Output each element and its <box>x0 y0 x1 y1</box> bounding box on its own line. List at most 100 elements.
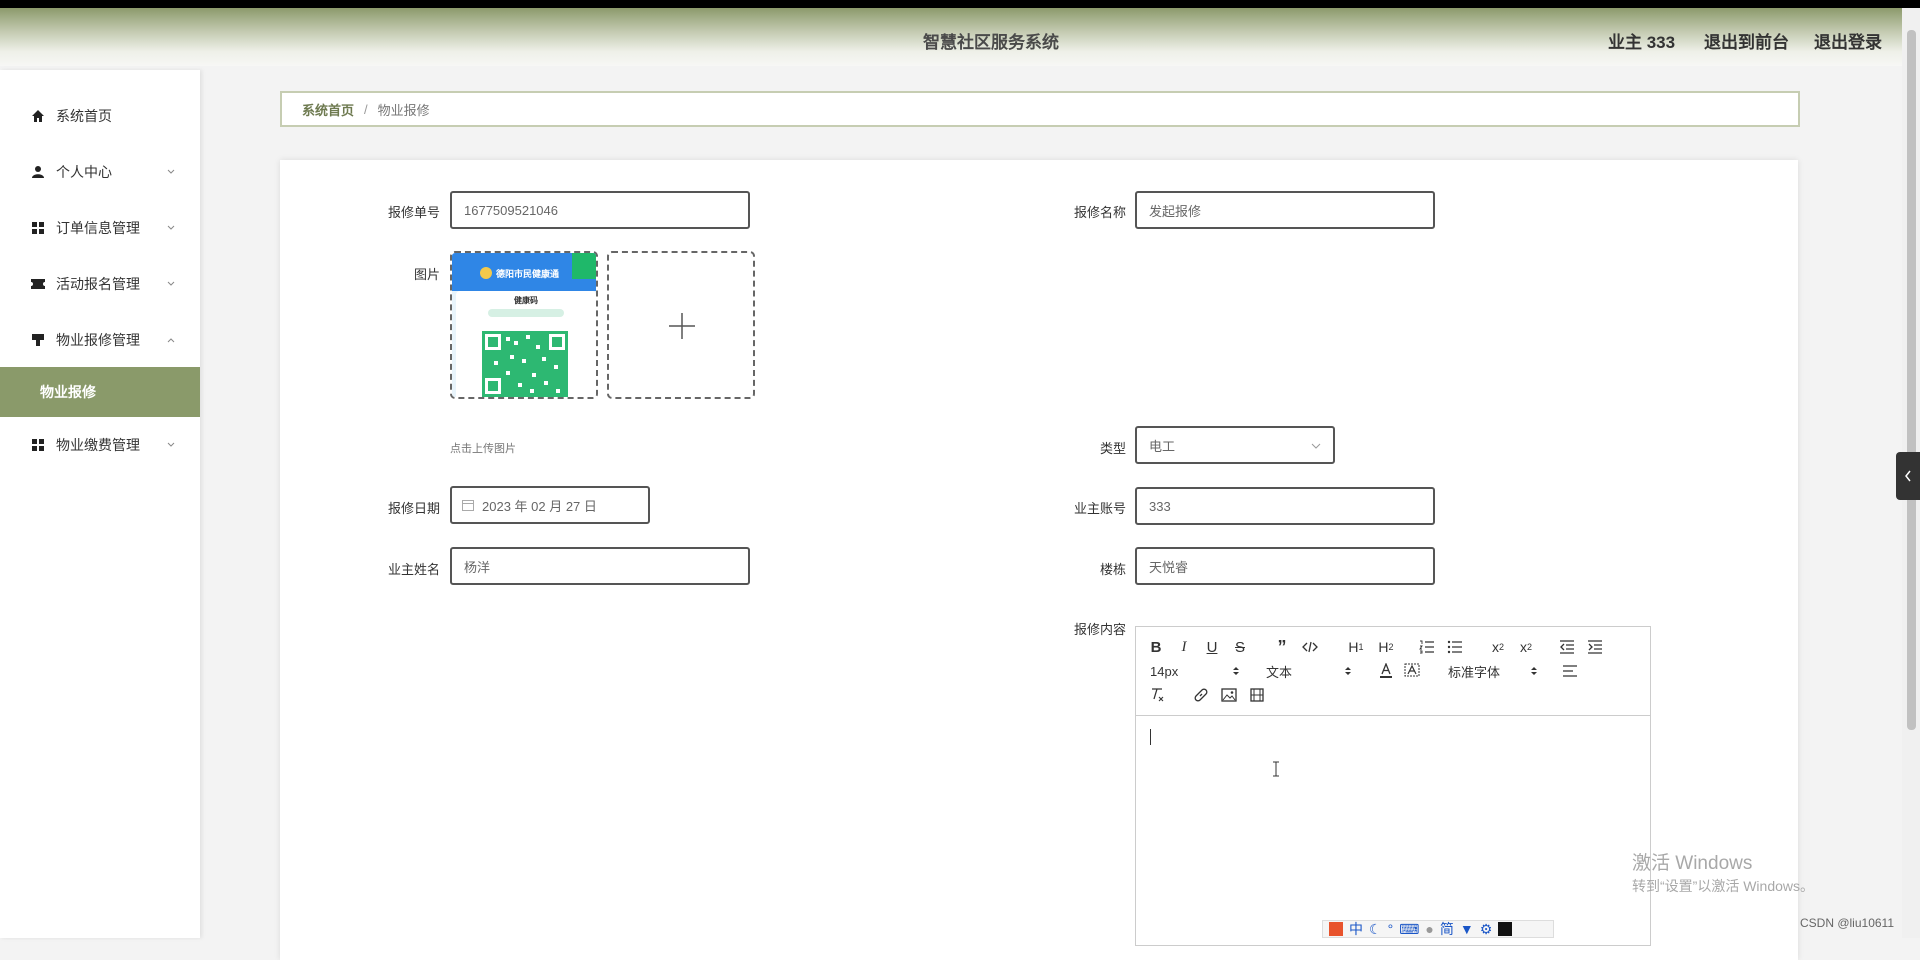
strikethrough-icon[interactable]: S <box>1232 637 1248 657</box>
header: 智慧社区服务系统 业主 333 退出到前台 退出登录 <box>0 8 1920 66</box>
order-no-label: 报修单号 <box>387 205 440 220</box>
chevron-left-icon <box>1905 470 1911 482</box>
account-label: 业主账号 <box>1073 501 1126 516</box>
skin-icon[interactable]: ▼ <box>1460 921 1474 937</box>
text-caret <box>1150 729 1151 745</box>
user-icon <box>30 164 46 180</box>
indent-icon[interactable] <box>1586 637 1604 657</box>
font-size-select[interactable]: 14px <box>1150 661 1240 681</box>
logout-link[interactable]: 退出登录 <box>1814 28 1882 53</box>
grid-icon <box>30 220 46 236</box>
clear-format-icon[interactable] <box>1148 685 1166 705</box>
updown-icon <box>1531 667 1537 675</box>
scrollbar-thumb[interactable] <box>1907 30 1916 730</box>
sidebar-subitem-label: 物业报修 <box>40 384 96 400</box>
keyboard-icon[interactable]: ⌨ <box>1399 921 1419 938</box>
font-color-icon[interactable] <box>1378 661 1394 681</box>
image-icon[interactable] <box>1220 685 1238 705</box>
sidebar-item-label: 物业缴费管理 <box>56 437 140 453</box>
sidebar-item-repair[interactable]: 物业报修管理 <box>0 312 200 368</box>
date-picker[interactable]: 2023 年 02 月 27 日 <box>450 486 650 524</box>
chevron-up-icon <box>167 338 175 343</box>
plus-icon <box>669 313 695 339</box>
rich-text-editor[interactable]: B I U S ” H1 H2 x2 x2 14px 文本 标准字体 <box>1135 626 1651 946</box>
font-family-value: 标准字体 <box>1448 664 1501 680</box>
sidebar-item-home[interactable]: 系统首页 <box>0 88 200 144</box>
content-label: 报修内容 <box>1073 622 1126 637</box>
updown-icon <box>1233 667 1239 675</box>
paragraph-value: 文本 <box>1266 664 1293 680</box>
punctuation-icon[interactable]: ° <box>1388 921 1394 937</box>
paragraph-select[interactable]: 文本 <box>1266 661 1352 681</box>
user-name[interactable]: 业主 333 <box>1608 28 1675 53</box>
superscript-icon[interactable]: x2 <box>1516 637 1536 657</box>
chevron-down-icon <box>167 281 175 286</box>
bullet-list-icon[interactable] <box>1446 637 1464 657</box>
sidebar-item-label: 活动报名管理 <box>56 276 140 292</box>
sidebar-item-activity[interactable]: 活动报名管理 <box>0 256 200 312</box>
csdn-watermark: CSDN @liu10611 <box>1800 916 1895 930</box>
i-beam-cursor-icon <box>1272 761 1280 777</box>
outdent-icon[interactable] <box>1558 637 1576 657</box>
link-icon[interactable] <box>1192 685 1210 705</box>
account-input[interactable]: 333 <box>1135 487 1435 525</box>
video-icon[interactable] <box>1248 685 1266 705</box>
gear-icon[interactable]: ⚙ <box>1480 921 1493 938</box>
editor-toolbar: B I U S ” H1 H2 x2 x2 14px 文本 标准字体 <box>1136 627 1650 716</box>
italic-icon[interactable]: I <box>1176 637 1192 657</box>
sidebar-item-orders[interactable]: 订单信息管理 <box>0 200 200 256</box>
type-select[interactable]: 电工 <box>1135 426 1335 464</box>
thumb-subtitle: 健康码 <box>514 296 538 305</box>
heading2-icon[interactable]: H2 <box>1376 637 1396 657</box>
repair-name-input[interactable]: 发起报修 <box>1135 191 1435 229</box>
thumb-title: 德阳市民健康通 <box>496 269 560 279</box>
sidebar: 系统首页 个人中心 订单信息管理 活动报名管理 物业报修管理 物业报修 物业缴费… <box>0 70 200 938</box>
building-label: 楼栋 <box>1099 562 1126 577</box>
upload-add-button[interactable] <box>607 251 755 399</box>
date-value: 2023 年 02 月 27 日 <box>482 498 597 514</box>
moon-icon[interactable]: ☾ <box>1369 921 1382 938</box>
sidebar-item-label: 订单信息管理 <box>56 220 140 236</box>
bold-icon[interactable]: B <box>1148 637 1164 657</box>
align-icon[interactable] <box>1562 661 1578 681</box>
owner-input[interactable]: 杨洋 <box>450 547 750 585</box>
code-icon[interactable] <box>1302 637 1318 657</box>
font-family-select[interactable]: 标准字体 <box>1448 661 1538 681</box>
breadcrumb-home[interactable]: 系统首页 <box>302 100 354 119</box>
breadcrumb: 系统首页 / 物业报修 <box>280 91 1800 127</box>
breadcrumb-separator: / <box>364 101 368 117</box>
sidebar-item-personal[interactable]: 个人中心 <box>0 144 200 200</box>
updown-icon <box>1345 667 1351 675</box>
ordered-list-icon[interactable] <box>1418 637 1436 657</box>
heading1-icon[interactable]: H1 <box>1346 637 1366 657</box>
ime-charset[interactable]: 简 <box>1440 919 1454 939</box>
uploaded-image[interactable]: 德阳市民健康通 健康码 <box>450 251 598 399</box>
building-input[interactable]: 天悦睿 <box>1135 547 1435 585</box>
collapse-panel-button[interactable] <box>1896 452 1920 500</box>
windows-activation-subtitle: 转到“设置”以激活 Windows。 <box>1632 878 1815 894</box>
ticket-icon <box>30 276 46 292</box>
upload-hint: 点击上传图片 <box>450 443 516 455</box>
sidebar-subitem-repair[interactable]: 物业报修 <box>0 367 200 417</box>
sidebar-item-fees[interactable]: 物业缴费管理 <box>0 417 200 473</box>
subscript-icon[interactable]: x2 <box>1488 637 1508 657</box>
person-icon[interactable]: ● <box>1425 921 1433 937</box>
background-color-icon[interactable] <box>1404 661 1420 681</box>
order-no-input[interactable]: 1677509521046 <box>450 191 750 229</box>
type-label: 类型 <box>1099 441 1126 456</box>
underline-icon[interactable]: U <box>1204 637 1220 657</box>
calendar-icon <box>462 500 474 511</box>
back-to-front-link[interactable]: 退出到前台 <box>1704 28 1789 53</box>
qr-code-icon <box>482 331 568 397</box>
date-label: 报修日期 <box>387 501 440 516</box>
image-label: 图片 <box>413 267 440 282</box>
ime-mode[interactable]: 中 <box>1349 919 1363 939</box>
tiktok-icon[interactable] <box>1498 922 1513 936</box>
font-size-value: 14px <box>1150 663 1179 679</box>
brush-icon <box>30 332 46 348</box>
health-code-image: 德阳市民健康通 健康码 <box>452 253 596 397</box>
grid-icon <box>30 437 46 453</box>
blockquote-icon[interactable]: ” <box>1274 637 1290 657</box>
chevron-down-icon <box>1311 443 1321 449</box>
ime-toolbar[interactable]: 中 ☾ ° ⌨ ● 简 ▼ ⚙ <box>1322 920 1554 938</box>
